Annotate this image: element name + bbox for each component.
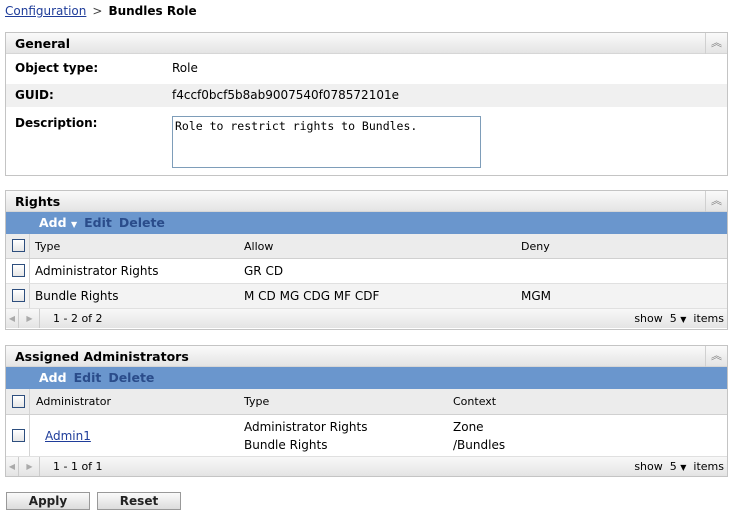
- column-administrator[interactable]: Administrator: [36, 395, 111, 408]
- guid-label: GUID:: [15, 88, 54, 102]
- table-row: Admin1 Administrator Rights Bundle Right…: [6, 415, 727, 457]
- general-title: General: [15, 36, 70, 51]
- prev-page-icon[interactable]: ◀: [6, 309, 19, 328]
- column-deny[interactable]: Deny: [521, 240, 550, 253]
- object-type-row: Object type: Role: [6, 57, 727, 80]
- rights-header: Rights ︽: [6, 191, 727, 212]
- row-checkbox[interactable]: [12, 429, 25, 442]
- cell-type: Administrator Rights: [35, 264, 159, 278]
- dropdown-arrow-icon[interactable]: ▼: [71, 220, 77, 229]
- show-label: show: [634, 312, 663, 325]
- table-header: Administrator Type Context: [6, 389, 727, 415]
- page-title: Bundles Role: [108, 4, 197, 18]
- admins-title: Assigned Administrators: [15, 349, 189, 364]
- delete-button[interactable]: Delete: [119, 215, 165, 230]
- column-context[interactable]: Context: [453, 395, 496, 408]
- admins-toolbar: Add Edit Delete: [6, 367, 727, 389]
- row-checkbox[interactable]: [12, 264, 25, 277]
- reset-button[interactable]: Reset: [97, 492, 181, 510]
- delete-button[interactable]: Delete: [108, 370, 154, 385]
- collapse-icon[interactable]: ︽: [705, 346, 727, 367]
- page-size-select[interactable]: 5: [670, 460, 677, 473]
- add-button[interactable]: Add: [39, 370, 67, 385]
- admins-header: Assigned Administrators ︽: [6, 346, 727, 367]
- column-type[interactable]: Type: [35, 240, 60, 253]
- items-label: items: [693, 312, 724, 325]
- description-label: Description:: [15, 116, 98, 130]
- row-checkbox[interactable]: [12, 289, 25, 302]
- table-header: Type Allow Deny: [6, 234, 727, 259]
- pagination-text: 1 - 2 of 2: [53, 312, 103, 325]
- edit-button[interactable]: Edit: [74, 370, 102, 385]
- add-button[interactable]: Add ▼: [39, 215, 77, 230]
- table-footer: ◀ ▶ 1 - 2 of 2 show 5 ▼ items: [6, 309, 727, 328]
- page-size-select[interactable]: 5: [670, 312, 677, 325]
- cell-allow: GR CD: [244, 264, 284, 278]
- cell-context: Zone: [453, 420, 484, 434]
- cell-type: Administrator Rights: [244, 420, 368, 434]
- cell-allow: M CD MG CDG MF CDF: [244, 289, 380, 303]
- prev-page-icon[interactable]: ◀: [6, 457, 19, 476]
- dropdown-arrow-icon[interactable]: ▼: [680, 463, 686, 472]
- general-panel: General ︽ Object type: Role GUID: f4ccf0bcf…: [5, 32, 728, 176]
- rights-title: Rights: [15, 194, 61, 209]
- pagination-text: 1 - 1 of 1: [53, 460, 103, 473]
- cell-type: Bundle Rights: [244, 438, 328, 452]
- column-allow[interactable]: Allow: [244, 240, 273, 253]
- guid-value: f4ccf0bcf5b8ab9007540f078572101e: [172, 88, 399, 102]
- cell-context: /Bundles: [453, 438, 506, 452]
- description-row: Description:: [6, 112, 727, 172]
- general-header: General ︽: [6, 33, 727, 54]
- cell-deny: MGM: [521, 289, 552, 303]
- select-all-checkbox[interactable]: [12, 395, 25, 408]
- table-row: Bundle Rights M CD MG CDG MF CDF MGM: [6, 284, 727, 309]
- items-label: items: [693, 460, 724, 473]
- cell-type: Bundle Rights: [35, 289, 119, 303]
- breadcrumb-separator: >: [92, 4, 103, 18]
- column-type[interactable]: Type: [244, 395, 269, 408]
- breadcrumb-configuration-link[interactable]: Configuration: [5, 4, 86, 18]
- object-type-label: Object type:: [15, 61, 99, 75]
- apply-button[interactable]: Apply: [6, 492, 90, 510]
- dropdown-arrow-icon[interactable]: ▼: [680, 315, 686, 324]
- select-all-checkbox[interactable]: [12, 239, 25, 252]
- show-label: show: [634, 460, 663, 473]
- admin-link[interactable]: Admin1: [45, 429, 91, 443]
- breadcrumb: Configuration > Bundles Role: [5, 4, 197, 18]
- object-type-value: Role: [172, 61, 198, 75]
- collapse-icon[interactable]: ︽: [705, 33, 727, 54]
- table-row: Administrator Rights GR CD: [6, 259, 727, 284]
- collapse-icon[interactable]: ︽: [705, 191, 727, 212]
- table-footer: ◀ ▶ 1 - 1 of 1 show 5 ▼ items: [6, 457, 727, 476]
- guid-row: GUID: f4ccf0bcf5b8ab9007540f078572101e: [6, 84, 727, 107]
- description-field[interactable]: [172, 116, 481, 168]
- next-page-icon[interactable]: ▶: [20, 457, 40, 476]
- rights-toolbar: Add ▼ Edit Delete: [6, 212, 727, 234]
- next-page-icon[interactable]: ▶: [20, 309, 40, 328]
- edit-button[interactable]: Edit: [84, 215, 112, 230]
- rights-panel: Rights ︽ Add ▼ Edit Delete Type Allow Deny …: [5, 190, 728, 330]
- assigned-administrators-panel: Assigned Administrators ︽ Add Edit Delete A…: [5, 345, 728, 477]
